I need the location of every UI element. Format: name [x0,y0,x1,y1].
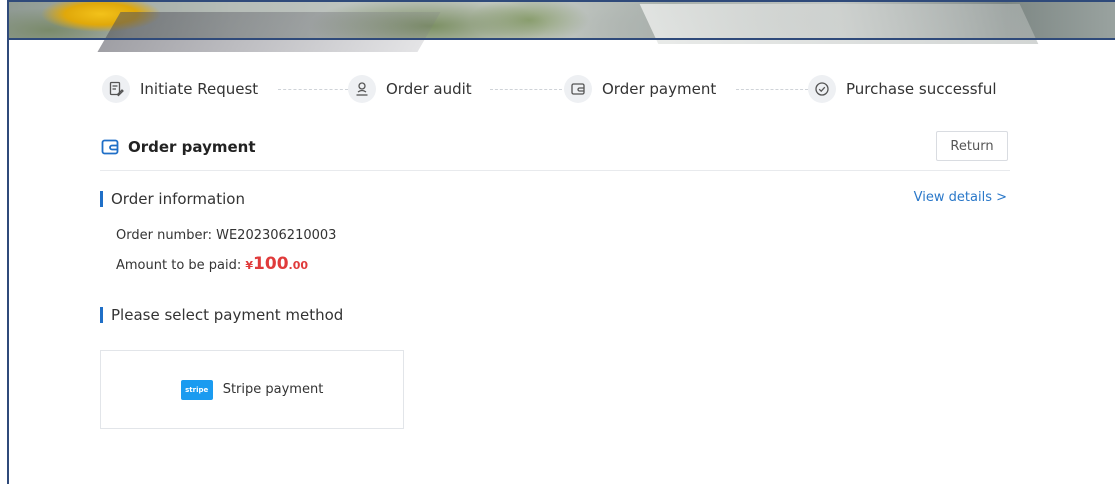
page-title: Order payment [100,137,256,157]
check-circle-icon [808,75,836,103]
edit-document-icon [102,75,130,103]
user-stamp-icon [348,75,376,103]
amount-value: ¥100.00 [245,254,309,274]
step-label: Initiate Request [140,80,259,98]
section-marker [100,307,103,323]
step-purchase-successful: Purchase successful [808,74,997,104]
step-initiate-request: Initiate Request [102,74,258,104]
stripe-payment-option[interactable]: stripe Stripe payment [100,350,404,429]
amount-row: Amount to be paid: ¥100.00 [116,254,308,274]
step-order-payment: Order payment [564,74,716,104]
section-payment-method: Please select payment method [100,306,343,324]
order-number-value: WE202306210003 [216,228,337,243]
step-connector [490,89,562,90]
amount-integer: 100 [253,254,289,274]
view-details-link[interactable]: View details > [914,190,1007,205]
section-title: Order information [111,190,245,208]
page-title-text: Order payment [128,138,256,156]
order-number-label: Order number: [116,228,212,243]
banner-building [639,4,1039,44]
return-button[interactable]: Return [936,131,1008,161]
section-title: Please select payment method [111,306,344,324]
step-label: Order payment [602,80,717,98]
amount-decimal: .00 [288,259,309,272]
step-connector [278,89,348,90]
order-number-row: Order number: WE202306210003 [116,228,336,243]
banner-road [97,12,441,52]
amount-label: Amount to be paid: [116,258,242,273]
section-marker [100,191,103,207]
step-order-audit: Order audit [348,74,472,104]
banner-image [9,2,1115,52]
step-label: Order audit [386,80,472,98]
progress-steps: Initiate Request Order audit Order payme… [100,74,1010,104]
wallet-icon [564,75,592,103]
step-connector [736,89,808,90]
step-label: Purchase successful [846,80,997,98]
wallet-icon [100,137,120,157]
amount-currency: ¥ [245,259,254,272]
payment-method-label: Stripe payment [222,382,324,397]
stripe-logo-icon: stripe [180,379,213,400]
page-header: Order payment Return [100,131,1010,171]
section-order-information: Order information [100,190,245,208]
